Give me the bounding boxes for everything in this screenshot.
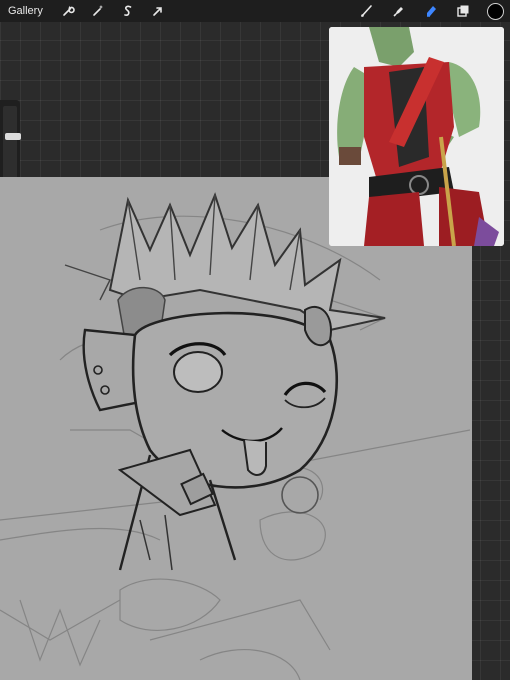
move-arrow-icon[interactable] — [151, 4, 165, 18]
reference-image[interactable] — [329, 27, 504, 246]
brush-size-thumb[interactable] — [5, 133, 21, 140]
wrench-icon[interactable] — [61, 4, 75, 18]
reference-character-illustration — [329, 27, 504, 246]
smudge-icon[interactable] — [392, 4, 406, 18]
top-toolbar: Gallery — [0, 0, 510, 22]
eraser-icon[interactable] — [424, 4, 438, 18]
layers-icon[interactable] — [456, 4, 470, 18]
magic-wand-icon[interactable] — [91, 4, 105, 18]
right-toolbar — [351, 2, 506, 20]
sketch-artwork — [0, 192, 471, 680]
drawing-canvas[interactable] — [0, 177, 472, 680]
gallery-button[interactable]: Gallery — [0, 5, 43, 17]
selection-icon[interactable] — [121, 4, 135, 18]
brush-size-slider[interactable] — [3, 106, 21, 188]
color-swatch[interactable] — [487, 2, 504, 20]
brush-icon[interactable] — [360, 4, 374, 18]
